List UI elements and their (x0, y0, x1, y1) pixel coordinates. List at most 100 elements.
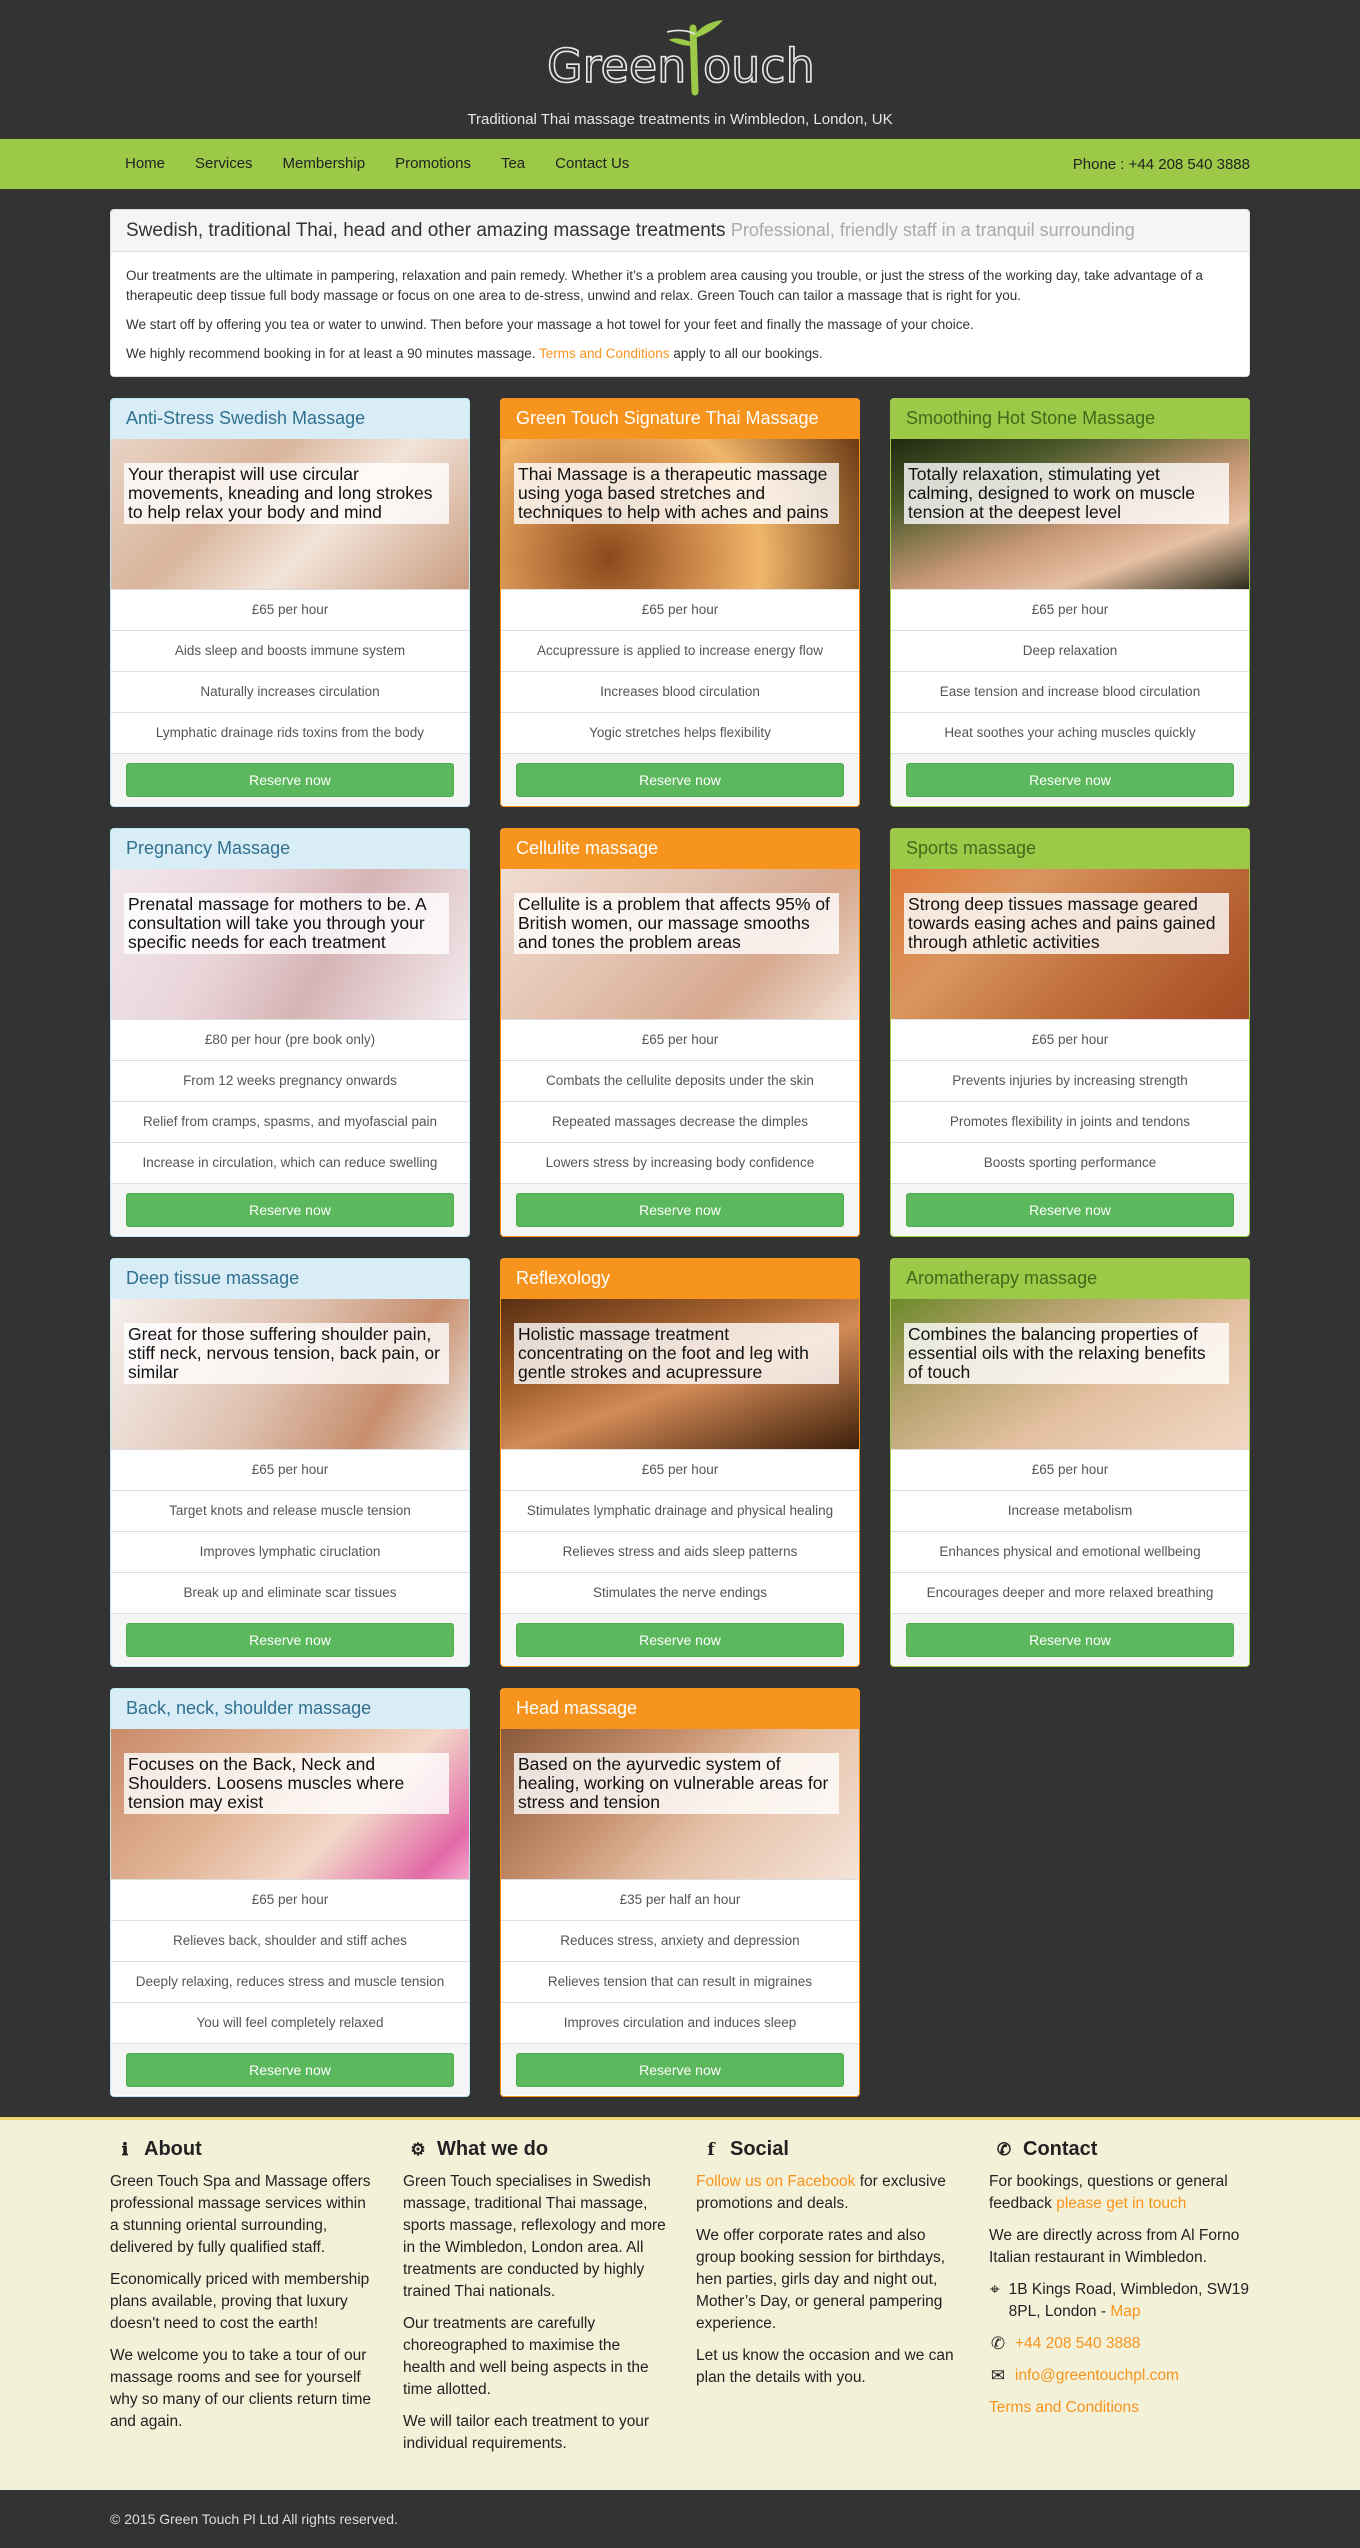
nav-home[interactable]: Home (110, 139, 180, 189)
card-caption: Holistic massage treatment concentrating… (514, 1323, 839, 1384)
logo[interactable]: Green ouch (545, 18, 815, 96)
service-card: Back, neck, shoulder massage Focuses on t… (110, 1688, 470, 2097)
card-feature-list: £65 per hour Target knots and release mus… (111, 1449, 469, 1613)
card-title: Cellulite massage (501, 829, 859, 869)
card-photo: Focuses on the Back, Neck and Shoulders.… (111, 1729, 469, 1879)
card-photo: Based on the ayurvedic system of healing… (501, 1729, 859, 1879)
intro-title: Swedish, traditional Thai, head and othe… (126, 220, 726, 241)
card-caption: Based on the ayurvedic system of healing… (514, 1753, 839, 1814)
reserve-now-button[interactable]: Reserve now (516, 1623, 844, 1657)
get-in-touch-link[interactable]: please get in touch (1056, 2195, 1186, 2212)
about-p1: Green Touch Spa and Massage offers profe… (110, 2173, 371, 2256)
service-card: Deep tissue massage Great for those suffe… (110, 1258, 470, 1667)
leaf-icon (695, 20, 723, 38)
social-p2: We offer corporate rates and also group … (696, 2227, 946, 2332)
reserve-now-button[interactable]: Reserve now (126, 1623, 454, 1657)
card-caption: Strong deep tissues massage geared towar… (904, 893, 1229, 954)
reserve-now-button[interactable]: Reserve now (516, 763, 844, 797)
reserve-now-button[interactable]: Reserve now (906, 763, 1234, 797)
facebook-icon: f (707, 2139, 715, 2160)
card-feature: Stimulates the nerve endings (501, 1572, 859, 1613)
card-feature: Repeated massages decrease the dimples (501, 1101, 859, 1142)
reserve-now-button[interactable]: Reserve now (516, 1193, 844, 1227)
copyright-text: © 2015 Green Touch Pl Ltd All rights res… (110, 2511, 398, 2527)
card-caption: Cellulite is a problem that affects 95% … (514, 893, 839, 954)
card-feature: Boosts sporting performance (891, 1142, 1249, 1183)
card-title: Deep tissue massage (111, 1259, 469, 1299)
card-feature: Ease tension and increase blood circulat… (891, 671, 1249, 712)
card-feature: Relieves tension that can result in migr… (501, 1961, 859, 2002)
footer-terms-link[interactable]: Terms and Conditions (989, 2397, 1139, 2419)
phone-link[interactable]: +44 208 540 3888 (1015, 2333, 1140, 2355)
nav-phone[interactable]: Phone : +44 208 540 3888 (1073, 156, 1250, 173)
footer-social: f Social Follow us on Facebook for exclus… (696, 2138, 959, 2465)
reserve-now-button[interactable]: Reserve now (126, 2053, 454, 2087)
reserve-now-button[interactable]: Reserve now (516, 2053, 844, 2087)
card-title: Head massage (501, 1689, 859, 1729)
social-p1: Follow us on Facebook for exclusive prom… (696, 2173, 946, 2212)
card-feature: Improves lymphatic ciruclation (111, 1531, 469, 1572)
nav-membership[interactable]: Membership (268, 139, 381, 189)
card-caption: Your therapist will use circular movemen… (124, 463, 449, 524)
reserve-now-button[interactable]: Reserve now (126, 763, 454, 797)
card-price: £65 per hour (501, 1449, 859, 1490)
service-card: Anti-Stress Swedish Massage Your therapis… (110, 398, 470, 807)
card-caption: Great for those suffering shoulder pain,… (124, 1323, 449, 1384)
card-price: £65 per hour (501, 1019, 859, 1060)
card-photo: Strong deep tissues massage geared towar… (891, 869, 1249, 1019)
card-title: Aromatherapy massage (891, 1259, 1249, 1299)
card-feature: Lowers stress by increasing body confide… (501, 1142, 859, 1183)
card-feature: Aids sleep and boosts immune system (111, 630, 469, 671)
card-photo: Prenatal massage for mothers to be. A co… (111, 869, 469, 1019)
logo-text-touch: ouch (703, 39, 815, 93)
service-card: Smoothing Hot Stone Massage Totally relax… (890, 398, 1250, 807)
card-feature-list: £65 per hour Aids sleep and boosts immune… (111, 589, 469, 753)
card-feature: Increase metabolism (891, 1490, 1249, 1531)
card-title: Smoothing Hot Stone Massage (891, 399, 1249, 439)
terms-link[interactable]: Terms and Conditions (539, 346, 670, 361)
card-feature: Naturally increases circulation (111, 671, 469, 712)
card-title: Back, neck, shoulder massage (111, 1689, 469, 1729)
about-p3: We welcome you to take a tour of our mas… (110, 2347, 372, 2430)
card-feature: Enhances physical and emotional wellbein… (891, 1531, 1249, 1572)
contact-title: Contact (1023, 2138, 1098, 2160)
card-feature: Reduces stress, anxiety and depression (501, 1920, 859, 1961)
card-caption: Prenatal massage for mothers to be. A co… (124, 893, 449, 954)
service-card: Reflexology Holistic massage treatment co… (500, 1258, 860, 1667)
card-feature: Relief from cramps, spasms, and myofasci… (111, 1101, 469, 1142)
intro-subtitle: Professional, friendly staff in a tranqu… (730, 220, 1135, 240)
card-price: £65 per hour (891, 1449, 1249, 1490)
footer-contact: ✆ Contact For bookings, questions or gene… (989, 2138, 1252, 2465)
social-title: Social (730, 2138, 789, 2160)
reserve-now-button[interactable]: Reserve now (906, 1193, 1234, 1227)
card-photo: Cellulite is a problem that affects 95% … (501, 869, 859, 1019)
nav-contact-us[interactable]: Contact Us (540, 139, 644, 189)
contact-email: ✉ info@greentouchpl.com (989, 2365, 1252, 2387)
reserve-now-button[interactable]: Reserve now (126, 1193, 454, 1227)
green-touch-logo: Green ouch (546, 20, 815, 96)
facebook-link[interactable]: Follow us on Facebook (696, 2173, 855, 2190)
card-feature-list: £65 per hour Stimulates lymphatic drainag… (501, 1449, 859, 1613)
card-feature: Target knots and release muscle tension (111, 1490, 469, 1531)
contact-terms: Terms and Conditions (989, 2397, 1252, 2419)
phone-small-icon: ✆ (990, 2334, 1006, 2353)
card-price: £65 per hour (111, 1449, 469, 1490)
card-feature-list: £65 per hour Deep relaxation Ease tension … (891, 589, 1249, 753)
card-feature: Deeply relaxing, reduces stress and musc… (111, 1961, 469, 2002)
contact-phone: ✆ +44 208 540 3888 (989, 2333, 1252, 2355)
contact-p2: We are directly across from Al Forno Ita… (989, 2227, 1240, 2266)
map-link[interactable]: Map (1110, 2303, 1140, 2320)
email-link[interactable]: info@greentouchpl.com (1015, 2365, 1179, 2387)
card-caption: Thai Massage is a therapeutic massage us… (514, 463, 839, 524)
card-caption: Totally relaxation, stimulating yet calm… (904, 463, 1229, 524)
nav-promotions[interactable]: Promotions (380, 139, 486, 189)
card-feature: Increase in circulation, which can reduc… (111, 1142, 469, 1183)
card-feature-list: £65 per hour Relieves back, shoulder and … (111, 1879, 469, 2043)
card-price: £65 per hour (891, 589, 1249, 630)
card-feature: You will feel completely relaxed (111, 2002, 469, 2043)
nav-services[interactable]: Services (180, 139, 268, 189)
reserve-now-button[interactable]: Reserve now (906, 1623, 1234, 1657)
nav-tea[interactable]: Tea (486, 139, 540, 189)
card-feature: Lymphatic drainage rids toxins from the … (111, 712, 469, 753)
card-price: £65 per hour (111, 589, 469, 630)
